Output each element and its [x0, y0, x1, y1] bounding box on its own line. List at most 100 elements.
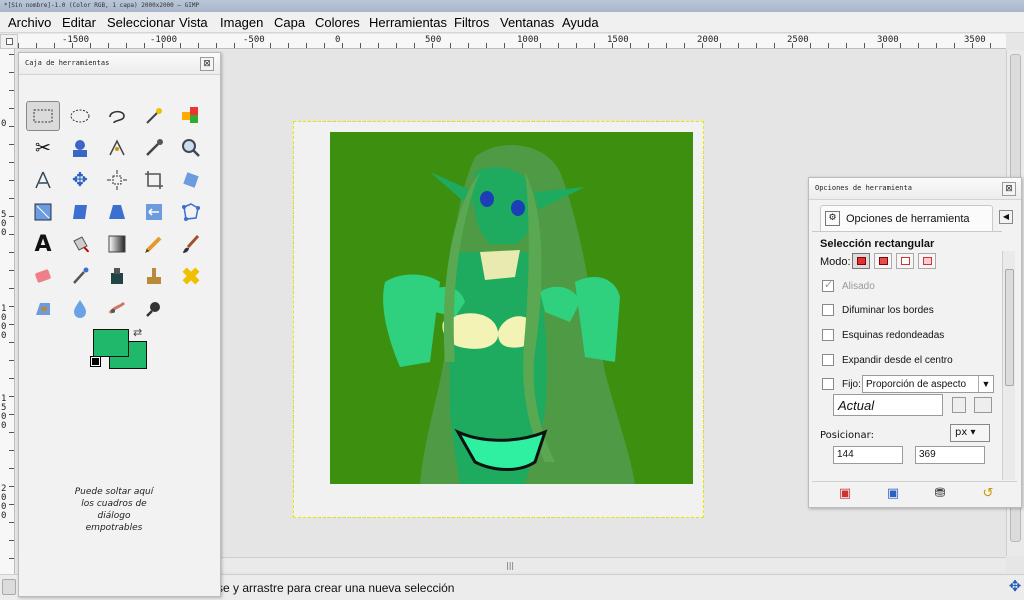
foreground-select-icon[interactable]: [63, 133, 97, 163]
toolbox-title: Caja de herramientas: [25, 59, 110, 67]
dock-drop-hint: Puede soltar aquí los cuadros de diálogo…: [74, 487, 154, 533]
ink-icon[interactable]: [100, 261, 134, 291]
image-canvas[interactable]: [330, 132, 693, 484]
feather-label: Difuminar los bordes: [842, 305, 934, 316]
menu-archivo[interactable]: Archivo: [8, 15, 51, 30]
landscape-button[interactable]: [974, 397, 992, 413]
position-y-field[interactable]: 369: [915, 446, 985, 464]
navigate-icon: [6, 38, 13, 45]
menu-capa[interactable]: Capa: [274, 15, 305, 30]
cage-transform-icon[interactable]: [174, 197, 208, 227]
quick-mask-toggle[interactable]: [2, 579, 16, 595]
vertical-ruler[interactable]: 0 500 1000 1500 2000: [0, 49, 15, 577]
scissors-select-icon[interactable]: ✂: [26, 133, 60, 163]
status-message: se y arrastre para crear una nueva selec…: [217, 581, 455, 595]
save-options-icon[interactable]: ▣: [837, 486, 853, 502]
navigate-button[interactable]: [0, 34, 18, 49]
unit-value: px: [955, 427, 968, 438]
color-select-icon[interactable]: [174, 101, 208, 131]
ruler-label: 3500: [964, 35, 986, 45]
ruler-label: 2000: [697, 35, 719, 45]
rotate-icon[interactable]: [174, 165, 208, 195]
menu-colores[interactable]: Colores: [315, 15, 360, 30]
options-scrollbar[interactable]: [1002, 251, 1015, 480]
fuzzy-select-icon[interactable]: [137, 101, 171, 131]
aspect-ratio-field[interactable]: Actual: [833, 394, 943, 416]
menu-ayuda[interactable]: Ayuda: [562, 15, 599, 30]
paths-icon[interactable]: [100, 133, 134, 163]
antialias-checkbox[interactable]: [822, 278, 834, 292]
options-scroll-thumb[interactable]: [1005, 269, 1014, 386]
ruler-label: 1000: [517, 35, 539, 45]
color-picker-icon[interactable]: [137, 133, 171, 163]
clone-icon[interactable]: [137, 261, 171, 291]
foreground-color[interactable]: [93, 329, 129, 357]
toolbox-panel: Caja de herramientas ⊠ ✂ ✥ A ⇄ Puede sol…: [18, 52, 221, 597]
eraser-icon[interactable]: [26, 261, 60, 291]
position-x-field[interactable]: 144: [833, 446, 903, 464]
smudge-icon[interactable]: [100, 293, 134, 323]
bucket-fill-icon[interactable]: [63, 229, 97, 259]
reset-options-icon[interactable]: ↺: [980, 486, 996, 502]
heal-icon[interactable]: [174, 261, 208, 291]
measure-icon[interactable]: [26, 165, 60, 195]
ellipse-select-icon[interactable]: [63, 101, 97, 131]
dodge-burn-icon[interactable]: [137, 293, 171, 323]
menu-editar[interactable]: Editar: [62, 15, 96, 30]
feather-checkbox[interactable]: [822, 304, 834, 316]
blend-icon[interactable]: [100, 229, 134, 259]
flip-icon[interactable]: [137, 197, 171, 227]
rounded-label: Esquinas redondeadas: [842, 330, 945, 341]
free-select-icon[interactable]: [100, 101, 134, 131]
toolbox-close-button[interactable]: ⊠: [200, 57, 214, 71]
expand-checkbox[interactable]: [822, 354, 834, 366]
menu-ventanas[interactable]: Ventanas: [500, 15, 554, 30]
mode-replace-button[interactable]: [852, 253, 870, 269]
horizontal-scrollbar[interactable]: |||: [216, 557, 1006, 572]
restore-options-icon[interactable]: ▣: [885, 486, 901, 502]
mode-intersect-button[interactable]: [918, 253, 936, 269]
ruler-label: -1500: [62, 35, 90, 45]
horizontal-ruler[interactable]: -1500 -1000 -500 0 500 1000 1500 2000 25…: [18, 34, 1006, 49]
default-colors-icon[interactable]: [90, 356, 101, 367]
menu-vista[interactable]: Vista: [179, 15, 208, 30]
chevron-down-icon: ▼: [978, 376, 993, 392]
toolbox-titlebar[interactable]: Caja de herramientas ⊠: [19, 53, 220, 75]
menu-bar: Archivo Editar Seleccionar Vista Imagen …: [0, 12, 1024, 33]
blur-icon[interactable]: [63, 293, 97, 323]
ruler-label: -500: [243, 35, 265, 45]
fixed-mode-value: Proporción de aspecto: [866, 379, 967, 390]
rounded-checkbox[interactable]: [822, 329, 834, 341]
move-icon[interactable]: ✥: [63, 165, 97, 195]
swap-colors-icon[interactable]: ⇄: [133, 326, 142, 339]
menu-filtros[interactable]: Filtros: [454, 15, 489, 30]
scale-icon[interactable]: [26, 197, 60, 227]
delete-options-icon[interactable]: ⛃: [932, 486, 948, 502]
perspective-icon[interactable]: [100, 197, 134, 227]
menu-imagen[interactable]: Imagen: [220, 15, 263, 30]
tool-options-close-button[interactable]: ⊠: [1002, 182, 1016, 196]
menu-herramientas[interactable]: Herramientas: [369, 15, 447, 30]
tool-options-titlebar[interactable]: Opciones de herramienta ⊠: [809, 178, 1021, 200]
align-icon[interactable]: [100, 165, 134, 195]
navigate-move-icon[interactable]: ✥: [1007, 577, 1023, 595]
crop-icon[interactable]: [137, 165, 171, 195]
perspective-clone-icon[interactable]: [26, 293, 60, 323]
paintbrush-icon[interactable]: [174, 229, 208, 259]
text-icon[interactable]: A: [26, 229, 60, 259]
zoom-icon[interactable]: [174, 133, 208, 163]
portrait-button[interactable]: [952, 397, 966, 413]
airbrush-icon[interactable]: [63, 261, 97, 291]
shear-icon[interactable]: [63, 197, 97, 227]
unit-select[interactable]: px ▾: [950, 424, 990, 442]
tab-tool-options[interactable]: ⚙ Opciones de herramienta: [820, 205, 993, 231]
tab-menu-icon[interactable]: ◀: [999, 210, 1013, 224]
mode-add-button[interactable]: [874, 253, 892, 269]
mode-subtract-button[interactable]: [896, 253, 914, 269]
pencil-icon[interactable]: [137, 229, 171, 259]
fixed-checkbox[interactable]: [822, 378, 834, 390]
ruler-ticks: [9, 49, 14, 577]
fixed-mode-select[interactable]: Proporción de aspecto ▼: [862, 375, 994, 393]
rect-select-icon[interactable]: [26, 101, 60, 131]
menu-seleccionar[interactable]: Seleccionar: [107, 15, 175, 30]
